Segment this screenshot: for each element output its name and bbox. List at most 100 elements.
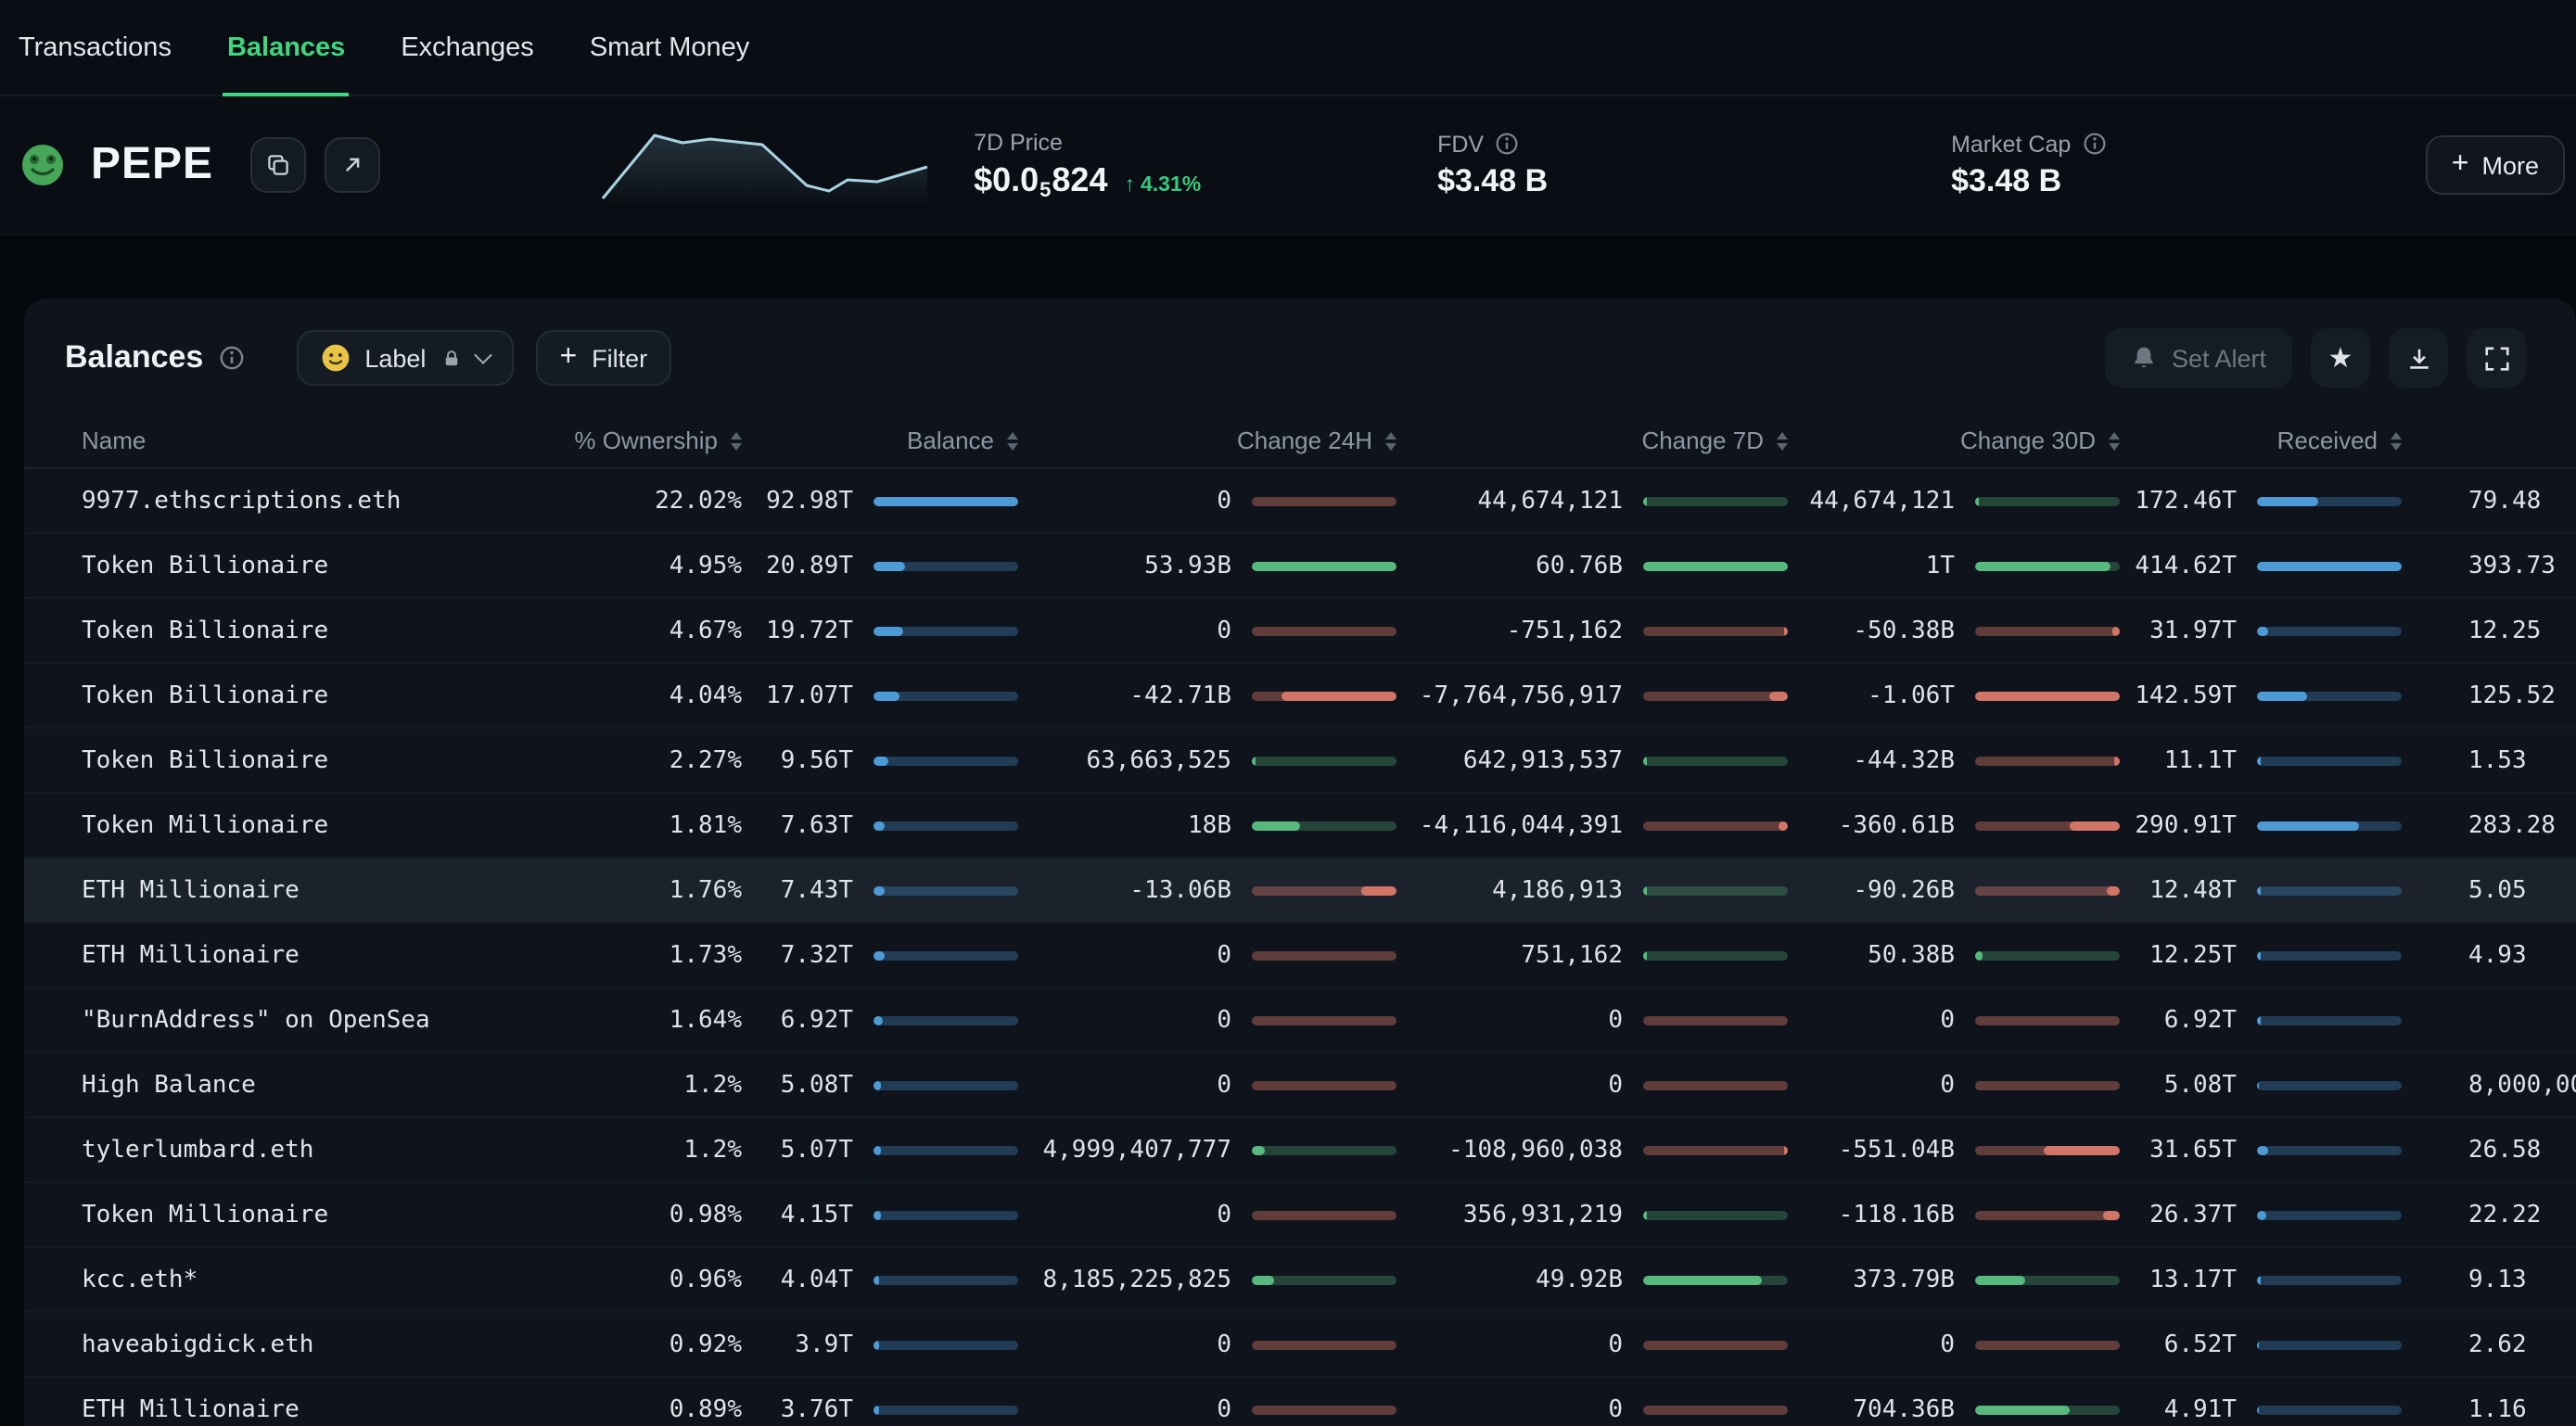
cell-ownership: 0.96% — [456, 1266, 742, 1293]
table-row[interactable]: Token Millionaire1.81%7.63T18B-4,116,044… — [24, 794, 2576, 859]
cell-name[interactable]: 9977.ethscriptions.eth — [82, 487, 456, 515]
change-30d-bar-fill — [2071, 821, 2120, 830]
app: Transactions Balances Exchanges Smart Money… — [0, 0, 2576, 1426]
column-header-label: % Ownership — [574, 427, 718, 454]
column-header-balance[interactable]: Balance — [742, 427, 1018, 454]
cell-balance: 3.9T — [742, 1331, 1018, 1358]
cell-change-7d: 4,186,913 — [1396, 876, 1788, 904]
nav-tab-balances[interactable]: Balances — [223, 0, 349, 95]
cell-ownership: 1.76% — [456, 876, 742, 904]
table-row[interactable]: kcc.eth*0.96%4.04T8,185,225,82549.92B373… — [24, 1248, 2576, 1313]
fullscreen-button[interactable] — [2467, 328, 2526, 388]
cell-name[interactable]: ETH Millionaire — [82, 1395, 456, 1423]
cell-name[interactable]: Token Millionaire — [82, 1201, 456, 1229]
panel-title: Balances — [65, 339, 203, 376]
table-row[interactable]: "BurnAddress" on OpenSea1.64%6.92T0006.9… — [24, 988, 2576, 1053]
table-row[interactable]: haveabigdick.eth0.92%3.9T0006.52T2.62 — [24, 1313, 2576, 1378]
cell-ownership: 4.67% — [456, 617, 742, 644]
balance-value: 3.9T — [742, 1331, 853, 1358]
table-row[interactable]: ETH Millionaire0.89%3.76T00704.36B4.91T1… — [24, 1378, 2576, 1426]
change-7d-value: -751,162 — [1396, 617, 1623, 644]
table-row[interactable]: ETH Millionaire1.73%7.32T0751,16250.38B1… — [24, 923, 2576, 988]
cell-change-30d: 0 — [1788, 1071, 2120, 1099]
cell-name[interactable]: High Balance — [82, 1071, 456, 1099]
bell-icon — [2131, 345, 2157, 371]
change-7d-bar — [1643, 1080, 1788, 1089]
label-filter-chip[interactable]: Label — [296, 330, 513, 386]
cell-name[interactable]: ETH Millionaire — [82, 941, 456, 969]
received-bar — [2257, 1015, 2402, 1025]
cell-name[interactable]: Token Billionaire — [82, 746, 456, 774]
column-header-change-24h[interactable]: Change 24H — [1018, 427, 1396, 454]
table-row[interactable]: High Balance1.2%5.08T0005.08T8,000,00 — [24, 1053, 2576, 1118]
received-bar — [2257, 1275, 2402, 1284]
balance-bar — [874, 950, 1018, 960]
nav-tab-smart-money[interactable]: Smart Money — [586, 0, 753, 95]
cell-change-7d: -7,764,756,917 — [1396, 681, 1788, 709]
column-header-received[interactable]: Received — [2120, 427, 2402, 454]
cell-name[interactable]: tylerlumbard.eth — [82, 1136, 456, 1164]
received-bar-fill — [2257, 496, 2318, 505]
received-bar — [2257, 950, 2402, 960]
nav-tab-exchanges[interactable]: Exchanges — [397, 0, 538, 95]
favorite-button[interactable]: ★ — [2311, 328, 2370, 388]
table-row[interactable]: Token Billionaire2.27%9.56T63,663,525642… — [24, 729, 2576, 794]
received-bar — [2257, 1080, 2402, 1089]
cell-name[interactable]: "BurnAddress" on OpenSea — [82, 1006, 456, 1034]
cell-name[interactable]: Token Billionaire — [82, 681, 456, 709]
balance-bar — [874, 1080, 1018, 1089]
change-24h-value: 53.93B — [1018, 552, 1231, 579]
price-sparkline — [599, 124, 933, 206]
cell-name[interactable]: haveabigdick.eth — [82, 1331, 456, 1358]
column-header-ownership[interactable]: % Ownership — [456, 427, 742, 454]
change-24h-value: 0 — [1018, 617, 1231, 644]
change-24h-bar — [1252, 885, 1396, 895]
received-bar-fill — [2257, 1145, 2268, 1154]
column-header-change-7d[interactable]: Change 7D — [1396, 427, 1788, 454]
download-icon — [2404, 344, 2432, 372]
change-7d-value: 0 — [1396, 1071, 1623, 1099]
cell-ownership: 1.73% — [456, 941, 742, 969]
balance-bar — [874, 885, 1018, 895]
cell-name[interactable]: ETH Millionaire — [82, 876, 456, 904]
change-30d-bar-fill — [2114, 756, 2120, 765]
set-alert-button[interactable]: Set Alert — [2105, 328, 2292, 388]
column-header-change-30d[interactable]: Change 30D — [1788, 427, 2120, 454]
received-bar-fill — [2257, 1080, 2259, 1089]
change-7d-bar — [1643, 561, 1788, 570]
table-row[interactable]: Token Billionaire4.95%20.89T53.93B60.76B… — [24, 534, 2576, 599]
change-7d-bar-fill — [1643, 885, 1648, 895]
cell-name[interactable]: Token Millionaire — [82, 811, 456, 839]
frog-icon — [20, 143, 65, 187]
cell-balance: 5.07T — [742, 1136, 1018, 1164]
cell-name[interactable]: kcc.eth* — [82, 1266, 456, 1293]
more-button[interactable]: + More — [2426, 135, 2565, 195]
balance-bar-fill — [874, 1275, 880, 1284]
table-row[interactable]: 9977.ethscriptions.eth22.02%92.98T044,67… — [24, 469, 2576, 534]
change-7d-bar-fill — [1643, 496, 1648, 505]
change-7d-bar — [1643, 821, 1788, 830]
table-row[interactable]: tylerlumbard.eth1.2%5.07T4,999,407,777-1… — [24, 1118, 2576, 1183]
balance-bar — [874, 626, 1018, 635]
change-7d-bar-fill — [1643, 756, 1648, 765]
cell-name[interactable]: Token Billionaire — [82, 552, 456, 579]
marketcap-stat: Market Cap $3.48 B — [1951, 131, 2106, 199]
explorer-button[interactable] — [325, 137, 380, 193]
table-row[interactable]: Token Millionaire0.98%4.15T0356,931,219-… — [24, 1183, 2576, 1248]
table-row[interactable]: Token Billionaire4.67%19.72T0-751,162-50… — [24, 599, 2576, 664]
nav-tab-transactions[interactable]: Transactions — [15, 0, 175, 95]
cell-name[interactable]: Token Billionaire — [82, 617, 456, 644]
change-7d-value: 0 — [1396, 1395, 1623, 1423]
cell-change-30d: -44.32B — [1788, 746, 2120, 774]
table-row[interactable]: Token Billionaire4.04%17.07T-42.71B-7,76… — [24, 664, 2576, 729]
filter-button[interactable]: + Filter — [535, 330, 671, 386]
cell-overflow: 393.73 — [2402, 552, 2576, 579]
download-button[interactable] — [2389, 328, 2448, 388]
table-row[interactable]: ETH Millionaire1.76%7.43T-13.06B4,186,91… — [24, 859, 2576, 923]
change-24h-bar-fill — [1252, 1275, 1273, 1284]
received-value: 31.65T — [2120, 1136, 2237, 1164]
cell-ownership: 4.95% — [456, 552, 742, 579]
copy-address-button[interactable] — [250, 137, 306, 193]
cell-overflow: 4.93 — [2402, 941, 2576, 969]
change-7d-bar — [1643, 756, 1788, 765]
